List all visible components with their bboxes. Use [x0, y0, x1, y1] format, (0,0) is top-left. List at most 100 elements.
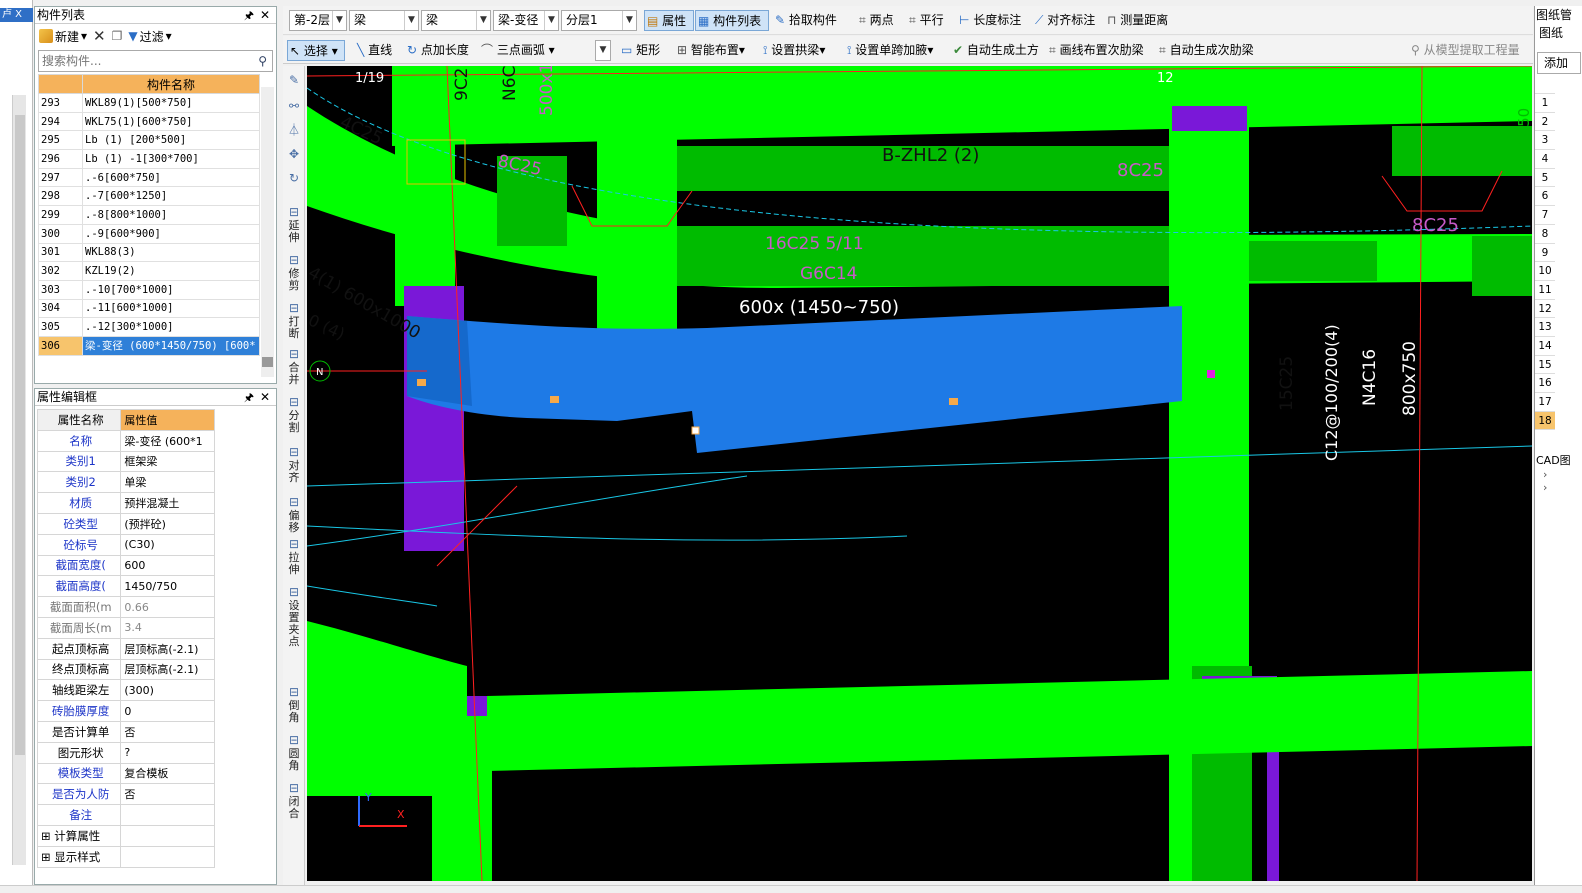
line-button[interactable]: ╲ 直线: [355, 40, 392, 61]
list-item[interactable]: 295 Lb (1) [200*500]: [38, 130, 260, 151]
property-value[interactable]: 否: [120, 720, 215, 743]
property-row[interactable]: 砼类型 (预拌砼): [36, 512, 215, 535]
property-value[interactable]: 梁-变径 (600*1: [120, 429, 215, 452]
beam-bottom-horizontal[interactable]: [487, 671, 1532, 771]
vertical-tool-button[interactable]: ⊟ 分割: [285, 396, 303, 434]
rect-button[interactable]: ▭ 矩形: [619, 40, 660, 61]
expand-icon[interactable]: ⊞: [41, 829, 51, 843]
scrollbar-thumb[interactable]: [15, 115, 25, 755]
smart-layout-button[interactable]: ⊞ 智能布置▾: [675, 40, 745, 61]
component-name[interactable]: .-9[600*900]: [82, 223, 260, 244]
drawing-row[interactable]: 3: [1535, 131, 1555, 151]
list-item[interactable]: 298 .-7[600*1250]: [38, 186, 260, 207]
drawing-row[interactable]: 15: [1535, 355, 1555, 375]
property-row[interactable]: 备注: [36, 804, 215, 826]
property-row[interactable]: 名称 梁-变径 (600*1: [36, 429, 215, 452]
copy-tool-icon[interactable]: ⚯: [285, 100, 303, 114]
add-button[interactable]: 添加: [1537, 52, 1581, 74]
component-name[interactable]: Lb (1) -1[300*700]: [82, 149, 260, 169]
property-row[interactable]: 截面高度(1450/750: [36, 575, 215, 598]
arc-options-dropdown[interactable]: ▼: [595, 40, 611, 61]
list-item[interactable]: 294 WKL75(1)[600*750]: [38, 111, 260, 132]
beam-vertical-left[interactable]: [395, 66, 455, 306]
vertical-tool-button[interactable]: ⊟ 倒角: [285, 686, 303, 724]
search-input[interactable]: [39, 51, 239, 71]
list-item[interactable]: 293 WKL89(1)[500*750]: [38, 93, 260, 113]
measure-button[interactable]: ⊓ 测量距离: [1105, 10, 1168, 31]
property-row[interactable]: 截面面积(m 0.66: [36, 596, 215, 618]
vertical-tool-button[interactable]: ⊟ 拉伸: [285, 538, 303, 576]
property-row[interactable]: 砼标号 (C30): [36, 533, 215, 556]
component-name[interactable]: 梁-变径 (600*1450/750) [600*: [82, 335, 260, 356]
property-row[interactable]: ⊞ 显示样式: [36, 845, 215, 868]
drawing-row[interactable]: 18: [1535, 411, 1555, 431]
property-value[interactable]: (预拌砼): [120, 512, 215, 535]
component-name[interactable]: WKL88(3): [82, 242, 260, 263]
close-icon[interactable]: ✕: [260, 389, 270, 405]
vertical-tool-button[interactable]: ⊟ 偏移: [285, 496, 303, 534]
floor-select[interactable]: 第-2层 ▼: [289, 10, 347, 31]
list-item[interactable]: 303 .-10[700*1000]: [38, 279, 260, 300]
property-row[interactable]: 终点顶标高 层顶标高(-2.1): [36, 658, 215, 681]
property-value[interactable]: 框架梁: [120, 450, 215, 473]
tree-expand-icon[interactable]: ›: [1535, 468, 1582, 481]
list-item[interactable]: 300 .-9[600*900]: [38, 223, 260, 244]
drawing-row[interactable]: 9: [1535, 243, 1555, 263]
expand-icon[interactable]: ⊞: [41, 850, 51, 864]
mirror-tool-icon[interactable]: ⏃: [285, 124, 303, 138]
drawing-row[interactable]: 6: [1535, 187, 1555, 207]
list-scrollbar[interactable]: [261, 87, 274, 377]
align-dim-button[interactable]: ⟋ 对齐标注: [1033, 10, 1095, 31]
property-value[interactable]: 0.66: [120, 596, 215, 618]
drawing-canvas[interactable]: 1/19 12 4C25 8C25 8C25 8C25 9C2 N6C 500x…: [307, 66, 1532, 881]
drawing-row[interactable]: 5: [1535, 168, 1555, 188]
property-row[interactable]: 材质 预拌混凝土: [36, 492, 215, 514]
tree-expand-icon[interactable]: ›: [1535, 481, 1582, 494]
set-haunch-button[interactable]: ⟟ 设置单跨加腋▾: [845, 40, 933, 61]
auto-earth-button[interactable]: ✔ 自动生成土方: [951, 40, 1039, 61]
component-name[interactable]: .-11[600*1000]: [82, 298, 260, 319]
vertical-tool-button[interactable]: ⊟ 合并: [285, 348, 303, 386]
component-list-button[interactable]: ▦ 构件列表: [695, 10, 769, 31]
property-row[interactable]: 截面周长(m 3.4: [36, 616, 215, 639]
drawing-row[interactable]: 7: [1535, 206, 1555, 225]
new-button[interactable]: 新建 ▾: [39, 28, 87, 45]
vertical-tool-button[interactable]: ⊟ 打断: [285, 302, 303, 340]
draw-secondary-button[interactable]: ⌗ 画线布置次肋梁: [1047, 40, 1144, 61]
property-value[interactable]: 1450/750: [120, 575, 215, 598]
rotate-tool-icon[interactable]: ↻: [285, 172, 303, 186]
parallel-button[interactable]: ⌗ 平行: [907, 10, 944, 31]
scrollbar-thumb[interactable]: [262, 357, 273, 367]
vertical-tool-button[interactable]: ⊟ 设置夹点: [285, 586, 303, 648]
beam-bottom-left-fill[interactable]: [307, 706, 432, 796]
property-row[interactable]: 模板类型 复合模板: [36, 762, 215, 785]
property-value[interactable]: 3.4: [120, 616, 215, 639]
drawing-row[interactable]: 10: [1535, 262, 1555, 281]
component-select[interactable]: 梁-变径 ▼: [493, 10, 559, 31]
grip-point[interactable]: [949, 398, 958, 405]
property-group[interactable]: ⊞ 显示样式: [36, 845, 122, 868]
close-icon[interactable]: ✕: [260, 7, 270, 23]
property-value[interactable]: 否: [120, 783, 215, 806]
beam-bottom-vertical[interactable]: [432, 716, 492, 881]
property-row[interactable]: 是否为人防否: [36, 783, 215, 806]
component-name[interactable]: .-12[300*1000]: [82, 317, 260, 337]
property-row[interactable]: 起点顶标高 层顶标高(-2.1): [36, 637, 215, 660]
property-value[interactable]: [120, 804, 215, 826]
property-row[interactable]: 砖胎膜厚度 0: [36, 700, 215, 722]
component-name[interactable]: WKL75(1)[600*750]: [82, 111, 260, 132]
grip-point-magenta[interactable]: [1207, 370, 1215, 378]
property-row[interactable]: 截面宽度(600: [36, 554, 215, 577]
list-item[interactable]: 299 .-8[800*1000]: [38, 205, 260, 225]
cad-drawing[interactable]: 1/19 12 4C25 8C25 8C25 8C25 9C2 N6C 500x…: [307, 66, 1532, 881]
grip-point[interactable]: [550, 396, 559, 403]
two-point-button[interactable]: ⌗ 两点: [857, 10, 894, 31]
component-name[interactable]: .-10[700*1000]: [82, 279, 260, 300]
vertical-tool-button[interactable]: ⊟ 对齐: [285, 446, 303, 484]
property-row[interactable]: ⊞ 计算属性: [36, 824, 215, 847]
selected-variable-beam[interactable]: [407, 306, 1182, 453]
dock-tab[interactable]: 卢 X: [0, 8, 33, 22]
component-name[interactable]: KZL19(2): [82, 261, 260, 281]
vertical-tool-button[interactable]: ⊟ 闭合: [285, 782, 303, 820]
list-item[interactable]: 302 KZL19(2): [38, 261, 260, 281]
